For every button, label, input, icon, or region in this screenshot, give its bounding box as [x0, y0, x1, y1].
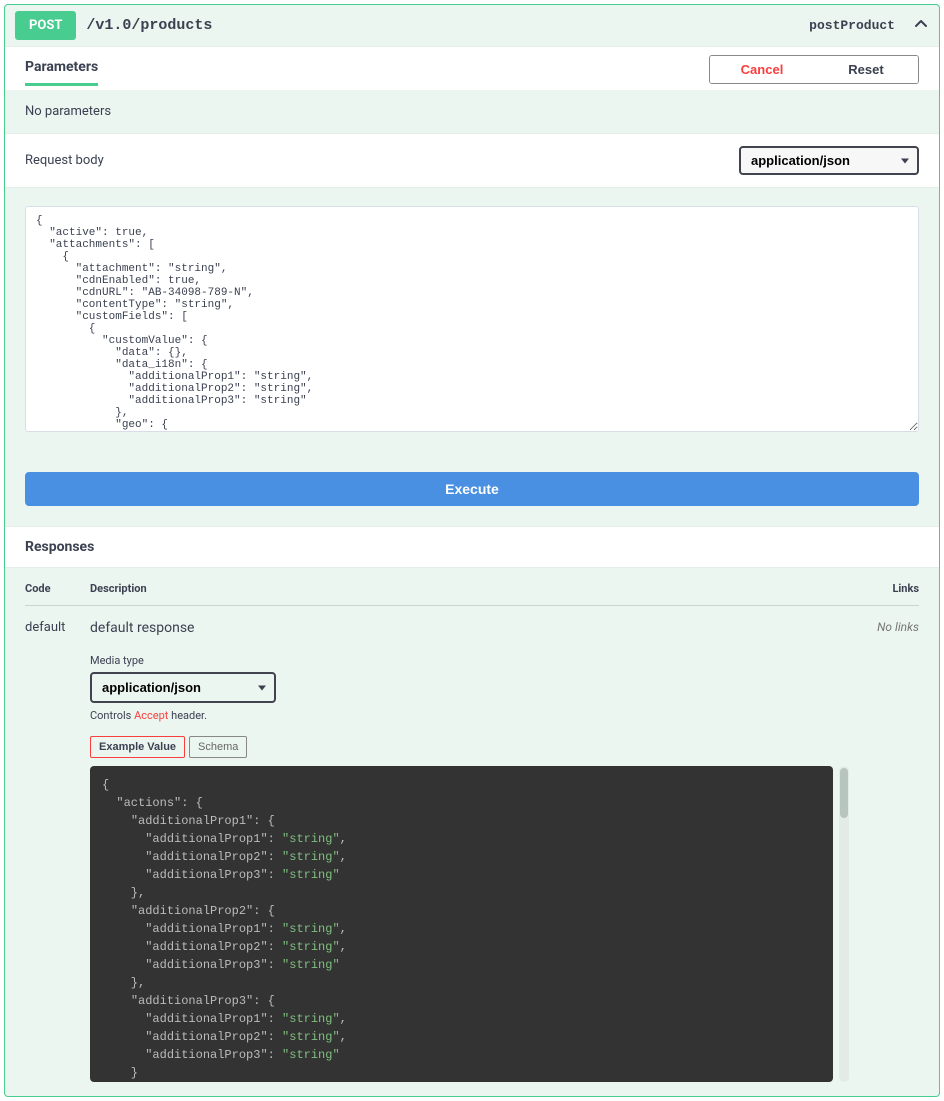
response-code: default	[25, 620, 90, 635]
media-type-select[interactable]: application/json	[90, 672, 276, 703]
parameters-bar: Parameters Cancel Reset	[5, 46, 939, 90]
col-description: Description	[90, 582, 849, 595]
response-example-code[interactable]: { "actions": { "additionalProp1": { "add…	[90, 766, 833, 1082]
response-scrollbar-thumb[interactable]	[840, 768, 848, 818]
method-badge: POST	[15, 11, 76, 40]
responses-table: Code Description Links default default r…	[5, 568, 939, 1096]
response-links: No links	[849, 620, 919, 634]
media-type-label: Media type	[90, 654, 849, 667]
operation-block: POST /v1.0/products postProduct Paramete…	[4, 4, 940, 1097]
tab-schema[interactable]: Schema	[189, 736, 247, 758]
accept-header-hint: Controls Accept header.	[90, 709, 849, 722]
response-row: default default response Media type appl…	[25, 606, 919, 1082]
responses-label: Responses	[5, 526, 939, 568]
cancel-button[interactable]: Cancel	[710, 56, 814, 83]
request-body-label: Request body	[25, 153, 104, 168]
responses-table-head: Code Description Links	[25, 582, 919, 606]
execute-bar: Execute	[5, 454, 939, 526]
reset-button[interactable]: Reset	[814, 56, 918, 83]
execute-button[interactable]: Execute	[25, 472, 919, 506]
operation-path: /v1.0/products	[86, 17, 799, 34]
content-type-select[interactable]: application/json	[739, 146, 919, 175]
col-links: Links	[849, 582, 919, 595]
col-code: Code	[25, 582, 90, 595]
no-parameters-text: No parameters	[5, 90, 939, 133]
request-body-bar: Request body application/json	[5, 133, 939, 188]
chevron-up-icon[interactable]	[913, 16, 929, 36]
operation-id: postProduct	[809, 18, 895, 33]
response-view-tabs: Example Value Schema	[90, 736, 849, 758]
tab-example-value[interactable]: Example Value	[90, 736, 185, 758]
parameters-tab[interactable]: Parameters	[25, 59, 98, 86]
operation-header[interactable]: POST /v1.0/products postProduct	[5, 5, 939, 46]
response-scrollbar[interactable]	[839, 766, 849, 1082]
try-out-controls: Cancel Reset	[709, 55, 919, 84]
response-description-cell: default response Media type application/…	[90, 620, 849, 1082]
response-description: default response	[90, 620, 849, 636]
request-body-textarea[interactable]	[25, 206, 919, 432]
request-body-area	[5, 188, 939, 454]
response-code-wrap: { "actions": { "additionalProp1": { "add…	[90, 766, 849, 1082]
